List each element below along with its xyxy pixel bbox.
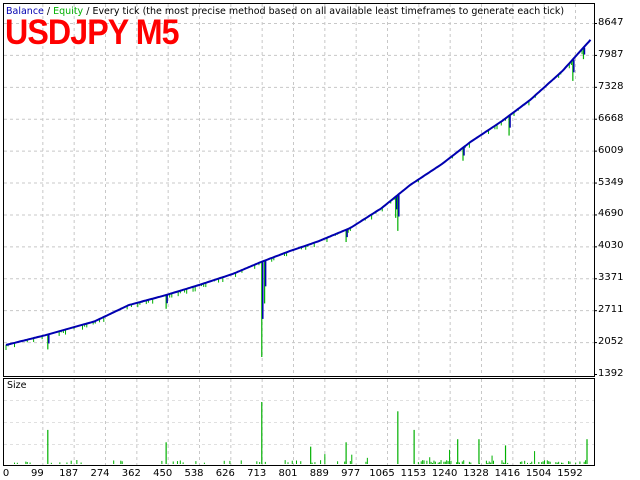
y-tick-label: 7987 [598, 48, 624, 60]
x-tick-label: 1240 [431, 468, 458, 479]
x-tick-label: 977 [341, 468, 361, 479]
x-tick-label: 0 [2, 468, 10, 479]
x-tick-label: 713 [247, 468, 267, 479]
y-tick-label: 4030 [598, 240, 624, 252]
x-tick-label: 362 [121, 468, 141, 479]
y-tick-label: 6009 [598, 144, 624, 156]
balance-equity-chart [3, 3, 597, 466]
x-tick-label: 274 [90, 468, 110, 479]
x-tick-label: 1328 [463, 468, 489, 479]
x-tick-label: 1065 [369, 468, 395, 479]
x-tick-label: 450 [153, 468, 173, 479]
size-panel-label: Size [7, 380, 27, 391]
y-tick-label: 2711 [598, 304, 624, 316]
chart-title: USDJPY M5 [5, 13, 180, 52]
x-tick-label: 626 [215, 468, 235, 479]
balance-line [5, 39, 592, 346]
grid [4, 4, 597, 465]
x-tick-label: 538 [184, 468, 204, 479]
x-tick-label: 889 [309, 468, 329, 479]
x-tick-label: 801 [278, 468, 298, 479]
y-tick-label: 2052 [598, 336, 624, 348]
x-tick-label: 187 [59, 468, 79, 479]
main-plot-frame [3, 3, 595, 377]
y-tick-label: 7328 [598, 80, 624, 92]
y-tick-label: 4690 [598, 208, 624, 220]
y-tick-label: 6668 [598, 112, 624, 124]
y-tick-label: 5349 [598, 176, 624, 188]
x-tick-label: 99 [30, 468, 44, 479]
y-tick-label: 1392 [598, 368, 624, 379]
x-tick-label: 1504 [525, 468, 552, 479]
x-tick-label: 1416 [494, 468, 521, 479]
x-tick-label: 1592 [557, 468, 583, 479]
x-tick-label: 1153 [400, 468, 427, 479]
y-tick-label: 3371 [598, 272, 624, 284]
y-tick-label: 8647 [598, 17, 624, 28]
